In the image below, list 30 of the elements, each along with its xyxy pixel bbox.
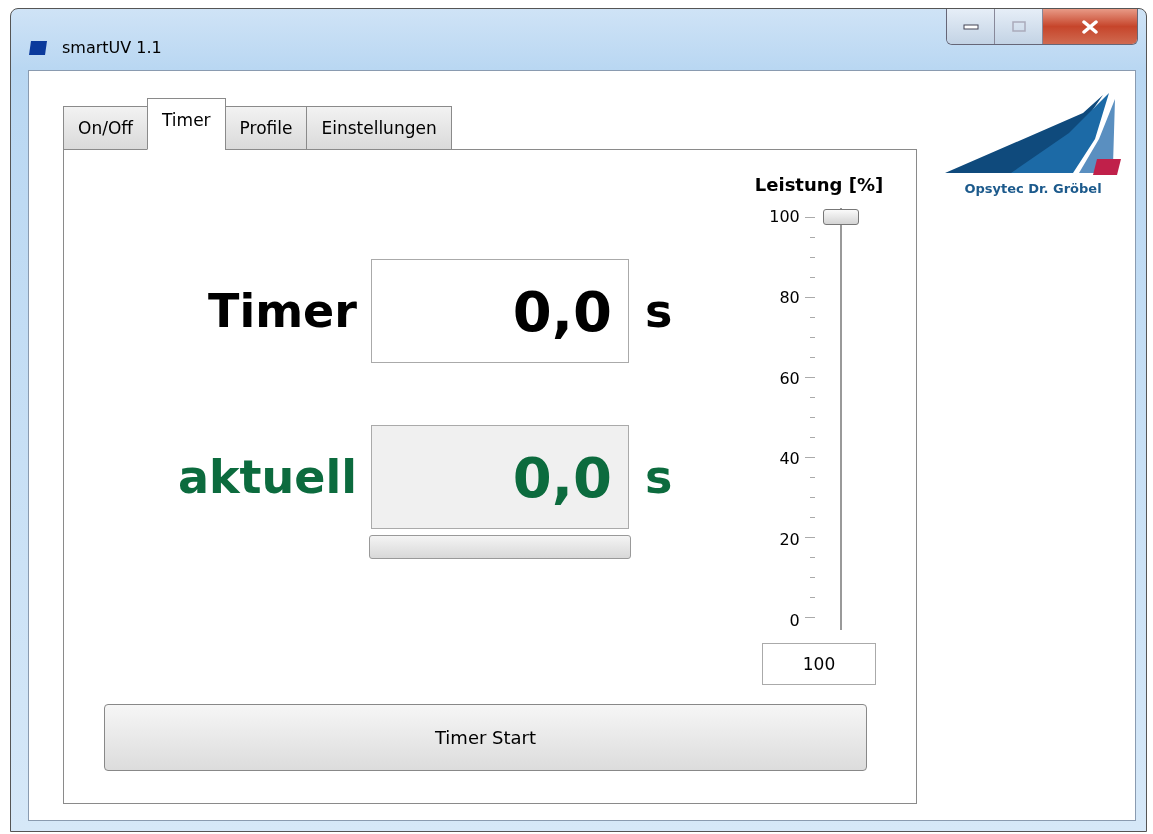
power-label: Leistung [%] <box>754 174 884 195</box>
window-title: smartUV 1.1 <box>62 38 162 57</box>
tick-label: 60 <box>779 369 800 388</box>
tick-label: 80 <box>779 288 800 307</box>
timer-label: Timer <box>207 284 357 338</box>
timer-start-button[interactable]: Timer Start <box>104 704 867 771</box>
tab[interactable]: On/Off <box>63 106 148 150</box>
tick-label: 100 <box>769 208 800 226</box>
unit-label: s <box>645 450 673 504</box>
maximize-icon <box>1011 21 1026 32</box>
power-value-field[interactable]: 100 <box>762 643 876 685</box>
timer-field[interactable]: 0,0 <box>371 259 629 363</box>
minimize-icon <box>962 22 979 31</box>
close-icon <box>1081 19 1099 34</box>
tab[interactable]: Einstellungen <box>306 106 452 150</box>
logo-text: Opsytec Dr. Gröbel <box>964 181 1102 196</box>
tick-label: 0 <box>789 612 800 630</box>
close-button[interactable] <box>1043 9 1137 44</box>
app-icon <box>28 39 48 56</box>
minimize-button[interactable] <box>947 9 995 44</box>
slider-thumb[interactable] <box>822 209 859 225</box>
current-label: aktuell <box>176 450 357 504</box>
logo-stripes-icon <box>945 93 1121 175</box>
tick-label: 40 <box>779 450 800 469</box>
unit-label: s <box>645 284 673 338</box>
maximize-button[interactable] <box>995 9 1043 44</box>
current-time-display: 0,0 <box>371 425 629 529</box>
tick-label: 20 <box>779 531 800 550</box>
tab[interactable]: Profile <box>224 106 308 150</box>
tab[interactable]: Timer <box>147 98 226 150</box>
